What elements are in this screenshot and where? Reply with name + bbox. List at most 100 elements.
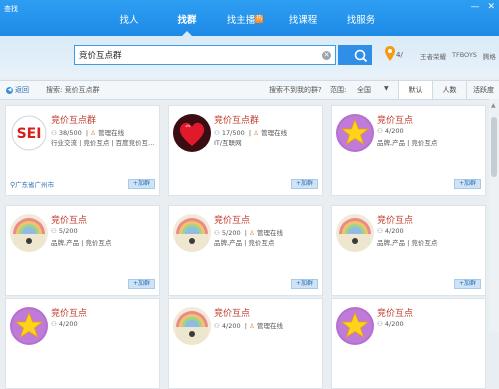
tab-find-streamer[interactable]: 找主播热 [216, 12, 274, 36]
member-count: 4/200 [384, 227, 404, 235]
location-pin-icon[interactable] [384, 45, 396, 63]
hot-word[interactable]: 王者荣耀 [420, 51, 446, 61]
back-arrow-icon: ◀ [6, 86, 13, 94]
join-group-button[interactable]: +加群 [128, 279, 155, 289]
search-box: ✕ [74, 45, 336, 65]
hot-word[interactable]: TFBOYS [452, 51, 477, 61]
sem-logo-icon[interactable]: SEI [10, 114, 48, 152]
sort-members[interactable]: 人数 [432, 81, 466, 99]
filter-bar: ◀ 返回 搜索: 竞价互点群 搜索不到我的群? 范围: 全国 ▼ 默认 人数 活跃… [0, 80, 499, 100]
minimize-button[interactable]: — [470, 2, 479, 12]
member-count: 5/200 [58, 227, 78, 235]
group-card[interactable]: SEI 竞价互点群 ⚇ 38/500 | ♙ 管理在线 行业交流 | 竞价互点 | 百… [5, 105, 160, 196]
range-label: 范围: [330, 86, 347, 94]
join-group-button[interactable]: +加群 [291, 179, 318, 189]
rainbow-ball-icon[interactable] [336, 214, 374, 252]
scroll-up-icon[interactable]: ▲ [491, 102, 496, 109]
tab-label: 找群 [177, 15, 197, 26]
group-tags: 品牌,产品 | 竞价互点 [51, 239, 112, 247]
search-input[interactable] [79, 46, 319, 64]
tab-label: 找服务 [346, 15, 376, 26]
group-card[interactable]: 竞价互点 ⚇ 4/200 品牌,产品 | 竞价互点 +加群 [331, 205, 486, 296]
back-label: 返回 [15, 86, 29, 94]
search-button[interactable] [338, 45, 372, 65]
group-card[interactable]: 竞价互点 ⚇ 4/200 品牌,产品 | 竞价互点 +加群 [331, 105, 486, 196]
group-card[interactable]: 竞价互点 ⚇ 4/200 [331, 298, 486, 389]
group-card[interactable]: 竞价互点 ⚇ 4/200 [5, 298, 160, 389]
not-found-link[interactable]: 搜索不到我的群? [269, 85, 322, 95]
star-icon[interactable] [336, 114, 374, 152]
group-stats: ⚇ 4/200 [377, 320, 404, 328]
rainbow-ball-icon[interactable] [173, 214, 211, 252]
group-name[interactable]: 竞价互点群 [214, 113, 259, 126]
group-tags: IT/互联网 [214, 139, 242, 147]
member-count: 4/200 [58, 320, 78, 328]
admin-status: 管理在线 [261, 129, 288, 137]
tab-find-course[interactable]: 找课程 [274, 12, 332, 36]
tab-find-group[interactable]: 找群 [158, 12, 216, 36]
red-heart-icon[interactable] [173, 114, 211, 152]
admin-status: 管理在线 [98, 129, 125, 137]
group-name[interactable]: 竞价互点 [377, 306, 413, 319]
group-card[interactable]: 竞价互点 ⚇ 5/200 品牌,产品 | 竞价互点 +加群 [5, 205, 160, 296]
app-title: 查找 [4, 5, 18, 13]
join-group-button[interactable]: +加群 [291, 279, 318, 289]
tab-find-service[interactable]: 找服务 [332, 12, 390, 36]
star-icon[interactable] [10, 307, 48, 345]
group-stats: ⚇ 5/200 [51, 227, 78, 235]
group-name[interactable]: 竞价互点 [214, 306, 250, 319]
members-icon: ⚇ [214, 229, 220, 237]
svg-text:SEI: SEI [17, 126, 42, 142]
group-name[interactable]: 竞价互点群 [51, 113, 96, 126]
members-icon: ⚇ [377, 320, 383, 328]
clear-icon[interactable]: ✕ [322, 51, 331, 60]
rainbow-ball-icon[interactable] [10, 214, 48, 252]
group-location: ⚲广东省广州市 [10, 179, 54, 189]
admin-icon: ♙ [249, 322, 255, 330]
group-card[interactable]: 竞价互点 ⚇ 5/200 | ♙ 管理在线 品牌,产品 | 竞价互点 +加群 [168, 205, 323, 296]
results-grid: SEI 竞价互点群 ⚇ 38/500 | ♙ 管理在线 行业交流 | 竞价互点 | 百… [0, 99, 489, 389]
range-select[interactable]: 全国 [357, 85, 371, 95]
group-name[interactable]: 竞价互点 [377, 213, 413, 226]
group-stats: ⚇ 17/500 | ♙ 管理在线 [214, 129, 288, 137]
tab-find-people[interactable]: 找人 [100, 12, 158, 36]
join-group-button[interactable]: +加群 [454, 179, 481, 189]
admin-icon: ♙ [90, 129, 96, 137]
star-icon[interactable] [336, 307, 374, 345]
group-card[interactable]: 竞价互点群 ⚇ 17/500 | ♙ 管理在线 IT/互联网 +加群 [168, 105, 323, 196]
scrollbar[interactable]: ▲ [489, 99, 499, 332]
join-group-button[interactable]: +加群 [128, 179, 155, 189]
group-card[interactable]: 竞价互点 ⚇ 4/200 | ♙ 管理在线 [168, 298, 323, 389]
sort-activity[interactable]: 活跃度 [466, 81, 499, 99]
search-icon [354, 49, 368, 63]
admin-icon: ♙ [253, 129, 259, 137]
group-name[interactable]: 竞价互点 [377, 113, 413, 126]
group-stats: ⚇ 4/200 | ♙ 管理在线 [214, 322, 283, 330]
close-button[interactable]: ✕ [487, 2, 495, 12]
top-bar: 查找 — ✕ 找人 找群 找主播热 找课程 找服务 [0, 0, 499, 36]
chevron-down-icon[interactable]: ▼ [384, 85, 389, 92]
group-tags: 品牌,产品 | 竞价互点 [377, 239, 438, 247]
scroll-thumb[interactable] [491, 117, 497, 177]
join-group-button[interactable]: +加群 [454, 279, 481, 289]
member-count: 5/200 [221, 229, 241, 237]
back-link[interactable]: ◀ 返回 [6, 85, 29, 95]
tab-label: 找课程 [288, 15, 318, 26]
group-name[interactable]: 竞价互点 [51, 213, 87, 226]
member-count: 4/200 [384, 127, 404, 135]
tab-label: 找人 [119, 15, 139, 26]
group-tags: 品牌,产品 | 竞价互点 [377, 139, 438, 147]
rainbow-ball-icon[interactable] [173, 307, 211, 345]
hot-word[interactable]: 腾格 [483, 51, 496, 61]
admin-status: 管理在线 [256, 229, 283, 237]
admin-icon: ♙ [249, 229, 255, 237]
member-count: 17/500 [221, 129, 245, 137]
sort-default[interactable]: 默认 [398, 81, 432, 99]
group-stats: ⚇ 4/200 [51, 320, 78, 328]
location-text: 广东省广州市 [15, 181, 55, 189]
tab-label: 找主播 [226, 15, 256, 26]
group-stats: ⚇ 4/200 [377, 127, 404, 135]
sort-tabs: 默认 人数 活跃度 [398, 81, 499, 99]
group-name[interactable]: 竞价互点 [214, 213, 250, 226]
group-name[interactable]: 竞价互点 [51, 306, 87, 319]
